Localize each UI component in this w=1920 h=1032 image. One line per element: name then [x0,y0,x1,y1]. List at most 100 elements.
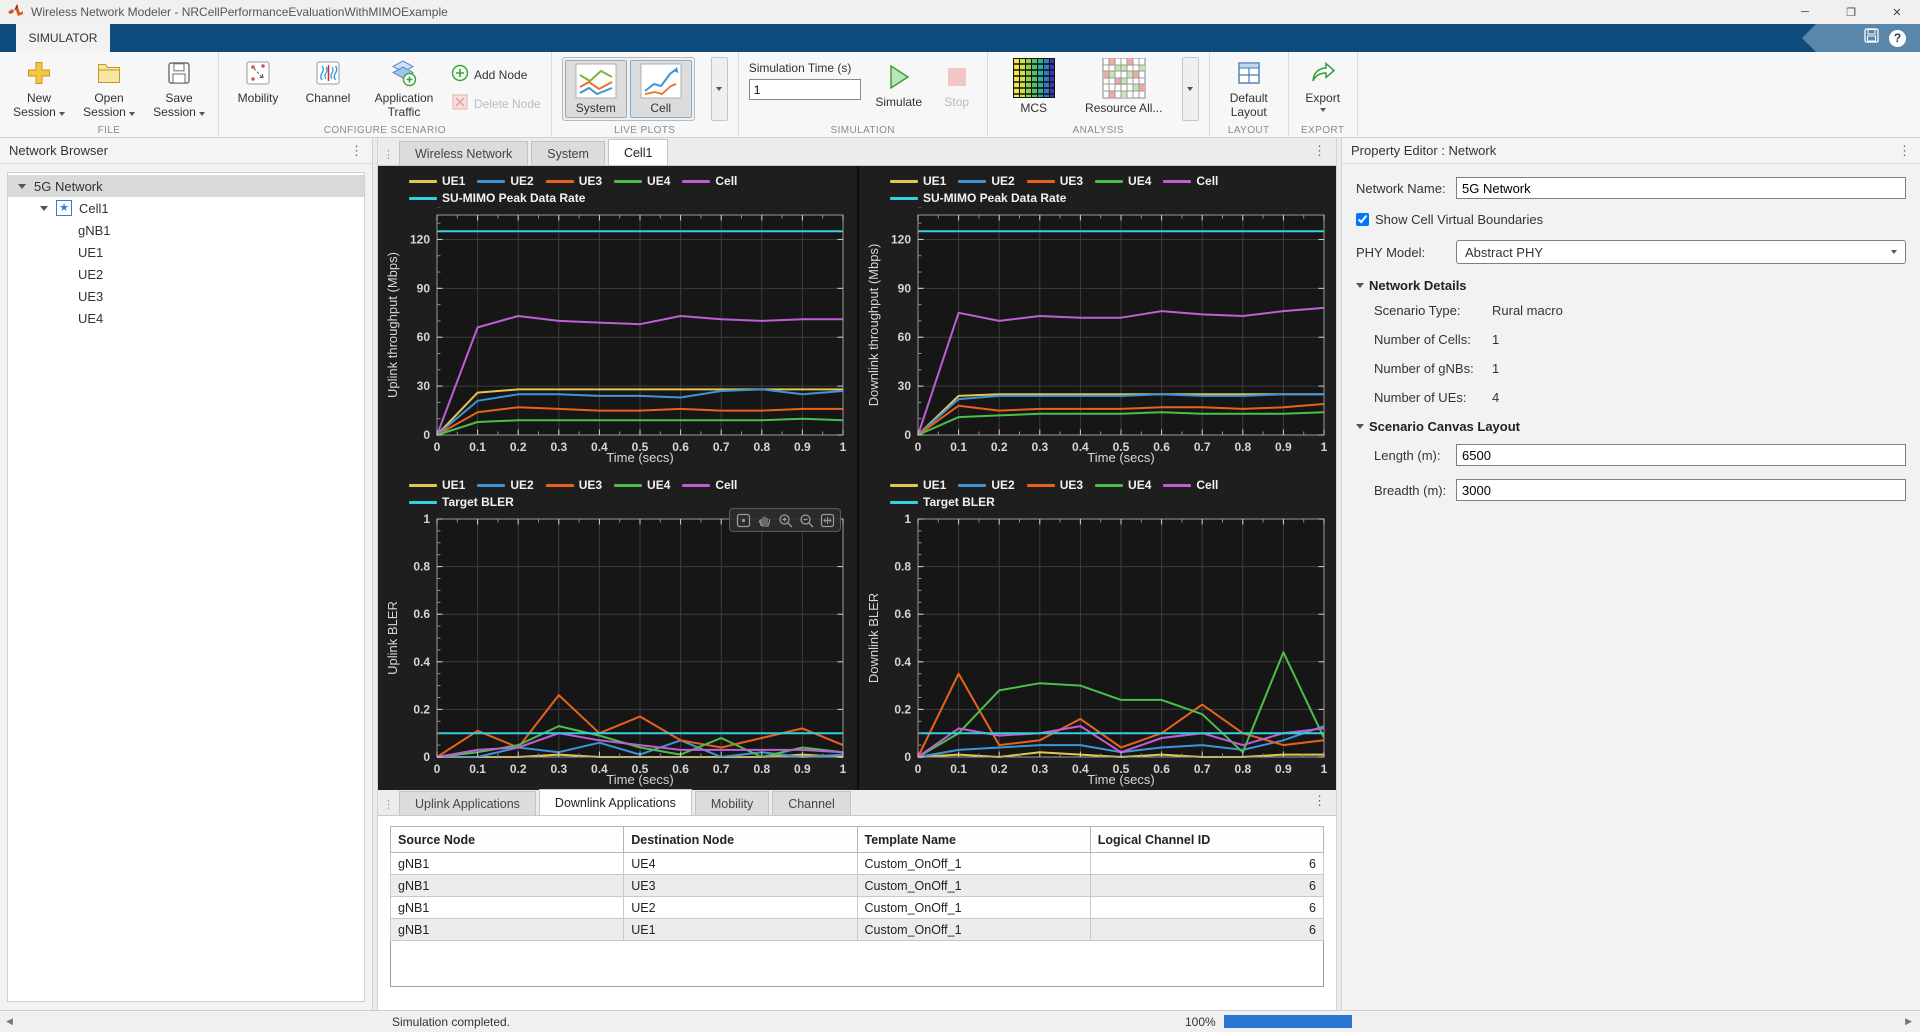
live-plots-dropdown[interactable] [711,57,728,121]
tree-item-ue4[interactable]: UE4 [8,307,364,329]
breadth-input[interactable] [1456,479,1906,501]
tabs-menu-icon[interactable]: ⋮ [1303,143,1336,165]
panel-menu-icon[interactable]: ⋮ [350,143,363,159]
cell-plot-icon [640,63,682,99]
tree-item-cell[interactable]: ★ Cell1 [8,197,364,219]
column-header[interactable]: Destination Node [624,827,857,853]
tab-label: Cell1 [624,146,653,160]
uplink-throughput-plot[interactable]: 00.10.20.30.40.50.60.70.80.910306090120T… [383,207,851,467]
tab-uplink-applications[interactable]: Uplink Applications [399,791,536,815]
chevron-down-icon [1187,87,1193,91]
add-node-icon [451,64,469,85]
group-configure-scenario: Mobility Channel Application Traffic [219,52,552,137]
cell-source-node: gNB1 [391,853,624,875]
column-header[interactable]: Logical Channel ID [1090,827,1323,853]
column-header[interactable]: Template Name [857,827,1090,853]
downlink-bler-plot[interactable]: 00.10.20.30.40.50.60.70.80.9100.20.40.60… [864,511,1332,789]
svg-text:120: 120 [891,232,911,246]
close-button[interactable]: ✕ [1874,0,1920,24]
tab-mobility[interactable]: Mobility [695,791,769,815]
table-row[interactable]: gNB1 UE1 Custom_OnOff_1 6 [391,919,1324,941]
tab-label: Uplink Applications [415,797,520,811]
zoom-in-icon[interactable] [776,511,794,529]
tab-wireless-network[interactable]: Wireless Network [399,141,528,165]
legend-swatch-icon [890,180,918,183]
group-export: Export EXPORT [1289,52,1358,137]
tab-drag-handle[interactable]: ⋮ [380,798,399,815]
tab-simulator[interactable]: SIMULATOR [16,24,110,52]
svg-text:1: 1 [1321,762,1328,776]
restore-view-icon[interactable] [734,511,752,529]
mcs-button[interactable]: MCS [998,57,1070,115]
minimize-button[interactable]: ─ [1782,0,1828,24]
legend-label: UE1 [442,478,465,492]
svg-text:0.8: 0.8 [1234,762,1251,776]
tree-item-ue3[interactable]: UE3 [8,285,364,307]
resource-allocation-icon [1102,57,1146,101]
length-input[interactable] [1456,444,1906,466]
stop-button[interactable]: Stop [937,57,977,109]
fit-view-icon[interactable] [818,511,836,529]
tab-label: Downlink Applications [555,796,676,810]
column-header[interactable]: Source Node [391,827,624,853]
scroll-left-icon[interactable]: ◀ [0,1016,19,1027]
tab-cell1[interactable]: Cell1 [608,139,669,165]
channel-button[interactable]: Channel [299,57,357,105]
table-row[interactable]: gNB1 UE4 Custom_OnOff_1 6 [391,853,1324,875]
tab-label: System [547,147,589,161]
legend-item: Cell [1163,174,1218,188]
quick-access-bar: ? [1802,24,1920,52]
add-node-button[interactable]: Add Node [451,64,541,85]
legend-item: Cell [682,478,737,492]
show-cell-boundaries-checkbox[interactable] [1356,213,1369,226]
tree-item-ue1[interactable]: UE1 [8,241,364,263]
plot-document-tabs: ⋮ Wireless Network System Cell1 ⋮ [378,138,1336,166]
save-icon[interactable] [1864,28,1879,48]
downlink-throughput-plot[interactable]: 00.10.20.30.40.50.60.70.80.910306090120T… [864,207,1332,467]
default-layout-button[interactable]: Default Layout [1220,57,1278,119]
analysis-dropdown[interactable] [1182,57,1199,121]
network-name-input[interactable] [1456,177,1906,199]
save-session-button[interactable]: Save Session [150,57,208,119]
maximize-button[interactable]: ❐ [1828,0,1874,24]
new-session-button[interactable]: New Session [10,57,68,119]
svg-text:0.4: 0.4 [894,655,911,669]
tab-drag-handle[interactable]: ⋮ [380,148,399,165]
mobility-button[interactable]: Mobility [229,57,287,105]
simulate-button[interactable]: Simulate [873,57,925,109]
window-title: Wireless Network Modeler - NRCellPerform… [31,5,448,19]
uplink-bler-plot[interactable]: 00.10.20.30.40.50.60.70.80.9100.20.40.60… [383,511,851,789]
export-button[interactable]: Export [1299,57,1347,112]
svg-text:0.6: 0.6 [672,440,689,454]
table-row[interactable]: gNB1 UE2 Custom_OnOff_1 6 [391,897,1324,919]
panel-menu-icon[interactable]: ⋮ [1898,143,1911,159]
tree-item-network[interactable]: 5G Network [8,175,364,197]
phy-model-dropdown[interactable]: Abstract PHY [1456,240,1906,264]
help-icon[interactable]: ? [1889,30,1906,47]
cell-plot-toggle[interactable]: Cell [630,60,692,118]
resource-allocation-button[interactable]: Resource All... [1082,57,1166,115]
scroll-right-icon[interactable]: ▶ [1899,1016,1918,1027]
svg-text:0.8: 0.8 [894,560,911,574]
table-row[interactable]: gNB1 UE3 Custom_OnOff_1 6 [391,875,1324,897]
legend-item: UE4 [614,174,670,188]
tab-channel[interactable]: Channel [772,791,851,815]
simulation-time-input[interactable] [749,79,861,100]
tab-system[interactable]: System [531,141,605,165]
tabs-menu-icon[interactable]: ⋮ [1303,793,1336,815]
caret-down-icon[interactable] [40,206,48,211]
pan-icon[interactable] [755,511,773,529]
network-details-section-header[interactable]: Network Details [1356,278,1906,293]
zoom-out-icon[interactable] [797,511,815,529]
legend-item: UE2 [477,478,533,492]
num-gnbs-value: 1 [1492,361,1499,376]
chevron-down-icon [199,112,205,116]
delete-node-button[interactable]: Delete Node [451,93,541,114]
scenario-canvas-layout-section-header[interactable]: Scenario Canvas Layout [1356,419,1906,434]
application-traffic-button[interactable]: Application Traffic [369,57,439,119]
tree-item-ue2[interactable]: UE2 [8,263,364,285]
tree-item-gnb1[interactable]: gNB1 [8,219,364,241]
system-plot-toggle[interactable]: System [565,60,627,118]
open-session-button[interactable]: Open Session [80,57,138,119]
caret-down-icon[interactable] [18,184,26,189]
